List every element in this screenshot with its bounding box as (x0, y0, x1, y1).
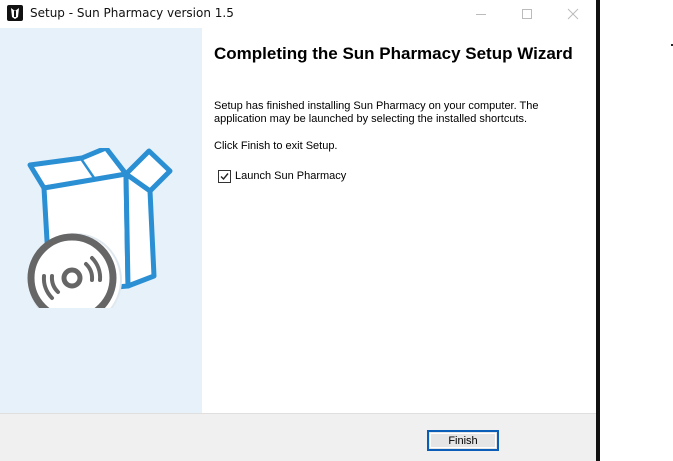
launch-checkbox[interactable] (218, 170, 231, 183)
finish-button[interactable]: Finish (427, 430, 499, 451)
close-icon (567, 8, 579, 20)
wizard-sidebar (0, 28, 202, 413)
close-button[interactable] (550, 0, 596, 28)
window-title: Setup - Sun Pharmacy version 1.5 (30, 6, 234, 20)
wizard-footer: Finish (0, 413, 596, 461)
window-border (596, 0, 600, 461)
exit-instruction: Click Finish to exit Setup. (214, 140, 338, 152)
maximize-button[interactable] (504, 0, 550, 28)
maximize-icon (522, 9, 532, 19)
title-bar[interactable]: Setup - Sun Pharmacy version 1.5 (0, 0, 596, 28)
launch-checkbox-label[interactable]: Launch Sun Pharmacy (235, 169, 346, 183)
minimize-icon (476, 14, 486, 15)
installer-app-icon (7, 5, 23, 21)
minimize-button[interactable] (458, 0, 504, 28)
page-title: Completing the Sun Pharmacy Setup Wizard (214, 44, 573, 63)
software-box-with-disc-icon (27, 148, 173, 308)
checkmark-icon (220, 173, 229, 181)
finish-description: Setup has finished installing Sun Pharma… (214, 100, 539, 125)
wizard-content: Completing the Sun Pharmacy Setup Wizard… (202, 28, 596, 413)
setup-wizard-window: Setup - Sun Pharmacy version 1.5 Complet… (0, 0, 596, 461)
